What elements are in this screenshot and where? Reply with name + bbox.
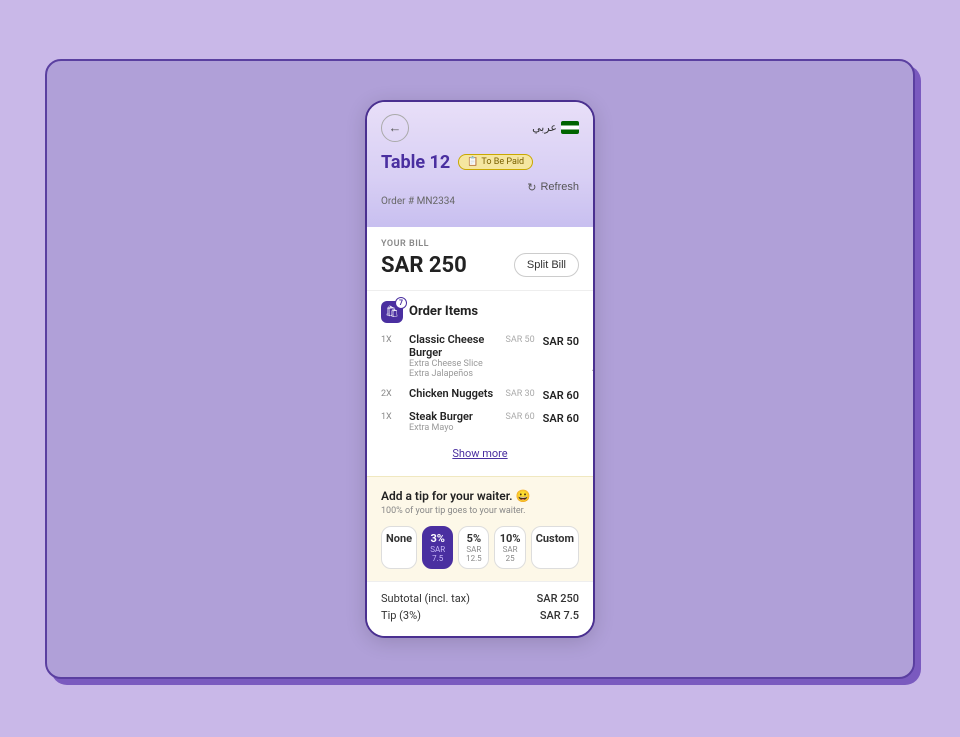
item-name: Chicken Nuggets bbox=[409, 387, 498, 400]
tip-none-button[interactable]: None bbox=[381, 526, 417, 569]
item-extras-2: Extra Jalapeños bbox=[409, 369, 498, 379]
back-arrow-icon: ← bbox=[389, 120, 402, 135]
tip-5pct-label: 5% bbox=[463, 532, 484, 545]
item-unit-price: SAR 60 bbox=[506, 410, 535, 422]
tip-custom-label: Custom bbox=[536, 532, 574, 545]
item-unit-price: SAR 50 bbox=[506, 333, 535, 345]
bag-count: 7 bbox=[395, 297, 407, 309]
item-extras: Extra Cheese Slice bbox=[409, 359, 498, 369]
tip-10pct-button[interactable]: 10% SAR 25 bbox=[494, 526, 525, 569]
item-info: Classic Cheese Burger Extra Cheese Slice… bbox=[409, 333, 498, 379]
split-bill-button[interactable]: Split Bill bbox=[514, 253, 579, 277]
tip-section: Add a tip for your waiter. 😀 100% of you… bbox=[367, 476, 593, 581]
language-selector[interactable]: عربي bbox=[532, 121, 579, 134]
card-body: YOUR BILL SAR 250 Split Bill 🛍 7 Order I… bbox=[367, 227, 593, 636]
status-text: To Be Paid bbox=[481, 157, 524, 167]
subtotal-label: Subtotal (incl. tax) bbox=[381, 592, 470, 605]
table-info-row: Table 12 📋 To Be Paid ↻ Refresh bbox=[381, 152, 579, 194]
item-qty: 2X bbox=[381, 387, 401, 399]
tip-3pct-button[interactable]: 3% SAR 7.5 bbox=[422, 526, 453, 569]
refresh-icon: ↻ bbox=[527, 181, 536, 194]
subtotal-value: SAR 250 bbox=[537, 592, 579, 605]
tip-10pct-label: 10% bbox=[499, 532, 520, 545]
refresh-button[interactable]: ↻ Refresh bbox=[527, 181, 579, 194]
item-extras: Extra Mayo bbox=[409, 423, 498, 433]
tip-5pct-button[interactable]: 5% SAR 12.5 bbox=[458, 526, 489, 569]
item-qty: 1X bbox=[381, 410, 401, 422]
show-more-button[interactable]: Show more bbox=[381, 441, 579, 466]
item-total-price: SAR 60 bbox=[543, 387, 579, 402]
tip-options: None 3% SAR 7.5 5% SAR 12.5 10% SAR 25 bbox=[381, 526, 579, 569]
bill-amount: SAR 250 bbox=[381, 253, 467, 278]
flag-icon bbox=[561, 121, 579, 134]
item-total-price: SAR 50 bbox=[543, 333, 579, 348]
card-header: ← عربي Table 12 📋 To Be Paid ↻ bbox=[367, 102, 593, 227]
back-button[interactable]: ← bbox=[381, 114, 409, 142]
bill-amount-row: SAR 250 Split Bill bbox=[381, 253, 579, 278]
phone-card: ⇔ ← عربي Table 12 📋 To Be Paid bbox=[365, 100, 595, 638]
desktop-background: ⇔ ← عربي Table 12 📋 To Be Paid bbox=[0, 0, 960, 737]
resize-handle-icon[interactable]: ⇔ bbox=[589, 359, 595, 379]
tip-row: Tip (3%) SAR 7.5 bbox=[381, 609, 579, 622]
arabic-text: عربي bbox=[532, 121, 557, 134]
item-unit-price: SAR 30 bbox=[506, 387, 535, 399]
item-name: Classic Cheese Burger bbox=[409, 333, 498, 359]
item-info: Steak Burger Extra Mayo bbox=[409, 410, 498, 433]
tip-value: SAR 7.5 bbox=[540, 609, 579, 622]
tip-custom-button[interactable]: Custom bbox=[531, 526, 579, 569]
table-title: Table 12 bbox=[381, 152, 450, 173]
tip-10pct-amount: SAR 25 bbox=[499, 545, 520, 563]
tip-header: Add a tip for your waiter. 😀 bbox=[381, 489, 579, 503]
bag-icon: 🛍 7 bbox=[381, 301, 403, 323]
order-item: 2X Chicken Nuggets SAR 30 SAR 60 bbox=[381, 387, 579, 402]
tip-subtitle: 100% of your tip goes to your waiter. bbox=[381, 506, 579, 516]
order-number: Order # MN2334 bbox=[381, 196, 579, 207]
order-item: 1X Steak Burger Extra Mayo SAR 60 SAR 60 bbox=[381, 410, 579, 433]
order-items-header: 🛍 7 Order Items bbox=[381, 301, 579, 323]
tip-none-label: None bbox=[386, 532, 412, 545]
status-icon: 📋 bbox=[467, 157, 478, 167]
item-name: Steak Burger bbox=[409, 410, 498, 423]
header-top: ← عربي bbox=[381, 114, 579, 142]
status-badge: 📋 To Be Paid bbox=[458, 154, 533, 170]
summary-section: Subtotal (incl. tax) SAR 250 Tip (3%) SA… bbox=[367, 581, 593, 636]
item-info: Chicken Nuggets bbox=[409, 387, 498, 400]
tip-5pct-amount: SAR 12.5 bbox=[463, 545, 484, 563]
window-frame: ⇔ ← عربي Table 12 📋 To Be Paid bbox=[45, 59, 915, 679]
tip-3pct-amount: SAR 7.5 bbox=[427, 545, 448, 563]
item-qty: 1X bbox=[381, 333, 401, 345]
bill-section: YOUR BILL SAR 250 Split Bill bbox=[367, 227, 593, 291]
refresh-label: Refresh bbox=[540, 181, 579, 193]
order-items-title: Order Items bbox=[409, 304, 478, 319]
order-items-section: 🛍 7 Order Items 1X Classic Cheese Burger… bbox=[367, 291, 593, 476]
your-bill-label: YOUR BILL bbox=[381, 239, 579, 249]
tip-label: Tip (3%) bbox=[381, 609, 421, 622]
subtotal-row: Subtotal (incl. tax) SAR 250 bbox=[381, 592, 579, 605]
tip-3pct-label: 3% bbox=[427, 532, 448, 545]
order-item: 1X Classic Cheese Burger Extra Cheese Sl… bbox=[381, 333, 579, 379]
item-total-price: SAR 60 bbox=[543, 410, 579, 425]
